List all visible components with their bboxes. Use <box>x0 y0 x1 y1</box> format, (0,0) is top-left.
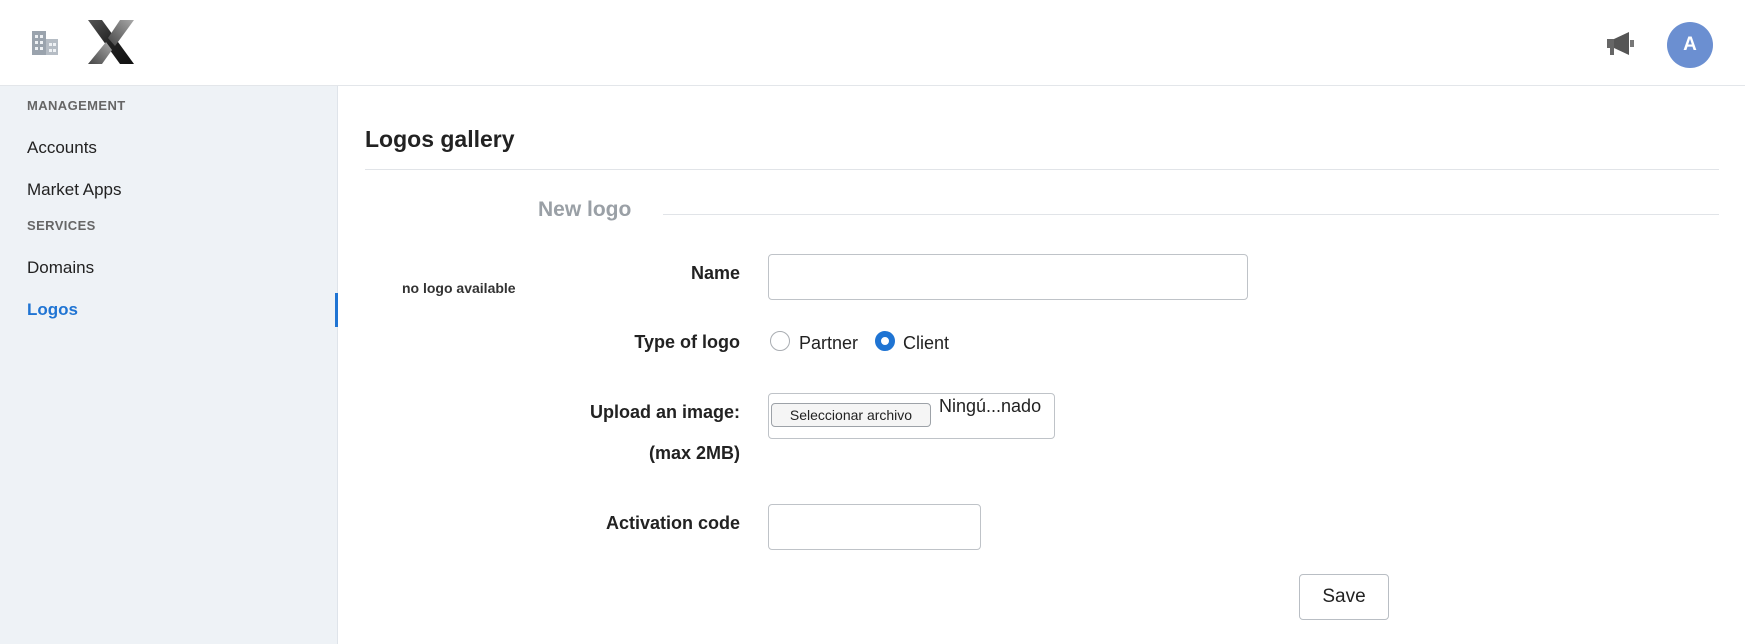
partner-radio-label[interactable]: Partner <box>799 333 858 354</box>
upload-label: Upload an image: <box>589 402 740 422</box>
client-radio[interactable] <box>875 331 895 351</box>
building-icon[interactable] <box>30 29 60 57</box>
file-upload-field[interactable]: Seleccionar archivo Ningú...nado <box>768 393 1055 439</box>
legend-divider <box>663 214 1719 215</box>
choose-file-button[interactable]: Seleccionar archivo <box>771 403 931 427</box>
title-divider <box>365 169 1719 170</box>
sidebar-item-domains[interactable]: Domains <box>27 258 94 278</box>
main-content: Logos gallery New logo no logo available… <box>338 86 1745 644</box>
activation-code-label: Activation code <box>605 513 740 533</box>
name-label: Name <box>690 263 740 283</box>
sidebar-item-market-apps[interactable]: Market Apps <box>27 180 122 200</box>
megaphone-icon[interactable] <box>1605 30 1639 58</box>
type-of-logo-label: Type of logo <box>634 332 740 352</box>
sidebar: MANAGEMENT Accounts Market Apps SERVICES… <box>0 86 338 644</box>
brand-logo[interactable] <box>86 18 136 66</box>
sidebar-item-accounts[interactable]: Accounts <box>27 138 97 158</box>
form-legend: New logo <box>538 198 632 221</box>
top-bar: A <box>0 0 1745 86</box>
save-button[interactable]: Save <box>1299 574 1389 620</box>
name-input[interactable] <box>768 254 1248 300</box>
sidebar-section-services: SERVICES <box>27 218 96 233</box>
upload-hint: (max 2MB) <box>648 443 740 463</box>
avatar[interactable]: A <box>1667 22 1713 68</box>
file-name-text: Ningú...nado <box>939 396 1042 416</box>
sidebar-section-management: MANAGEMENT <box>27 98 126 113</box>
page-title: Logos gallery <box>365 126 515 152</box>
sidebar-item-logos[interactable]: Logos <box>27 300 78 320</box>
client-radio-label[interactable]: Client <box>903 333 949 354</box>
partner-radio[interactable] <box>770 331 790 351</box>
activation-code-input[interactable] <box>768 504 981 550</box>
